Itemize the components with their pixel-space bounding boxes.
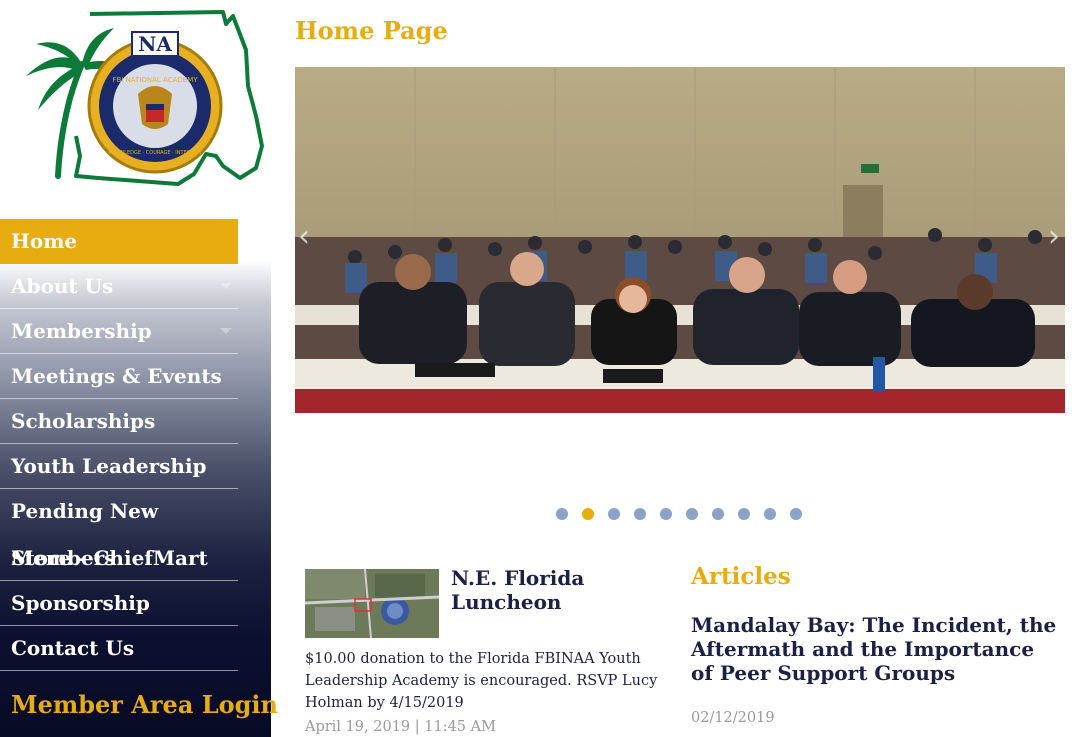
nav-contact-us[interactable]: Contact Us [0, 626, 238, 671]
nav-membership[interactable]: Membership [0, 309, 238, 354]
carousel-dot-active[interactable] [582, 508, 594, 520]
nav-scholarships-label: Scholarships [11, 409, 156, 433]
carousel-dot[interactable] [738, 508, 750, 520]
chevron-down-icon[interactable] [220, 328, 232, 334]
nav-members-store[interactable]: Members Store - ChiefMart [0, 536, 238, 581]
carousel-dot[interactable] [660, 508, 672, 520]
carousel-dot[interactable] [556, 508, 568, 520]
badge-ring-text: FBI NATIONAL ACADEMY [112, 76, 198, 84]
carousel-dot[interactable] [790, 508, 802, 520]
nav-home[interactable]: Home [0, 219, 238, 264]
nav-membership-label: Membership [11, 319, 152, 343]
nav-meetings-events-label: Meetings & Events [11, 364, 222, 388]
carousel-pagination [556, 508, 802, 520]
nav-about-us-label: About Us [11, 274, 114, 298]
carousel-dot[interactable] [608, 508, 620, 520]
carousel-next-icon[interactable]: › [1045, 217, 1063, 257]
nav-pending-new-label: Pending New [11, 499, 159, 523]
event-date: April 19, 2019 | 11:45 AM [305, 719, 496, 735]
event-description: $10.00 donation to the Florida FBINAA Yo… [305, 651, 658, 711]
articles-heading: Articles [691, 563, 791, 590]
sidebar: NA FBI NATIONAL ACADEMY KNOWLEDGE · COUR… [0, 0, 278, 737]
fbi-na-florida-logo[interactable]: NA FBI NATIONAL ACADEMY KNOWLEDGE · COUR… [18, 6, 266, 194]
article-date: 02/12/2019 [691, 710, 775, 726]
carousel-dot[interactable] [764, 508, 776, 520]
badge-na-text: NA [138, 32, 172, 56]
nav-about-us[interactable]: About Us [0, 264, 238, 309]
member-area-login-link[interactable]: Member Area Login [11, 690, 278, 719]
nav-youth-leadership[interactable]: Youth Leadership [0, 444, 238, 489]
carousel-dot[interactable] [686, 508, 698, 520]
hero-carousel-image[interactable]: ‹ › [295, 67, 1065, 413]
carousel-prev-icon[interactable]: ‹ [295, 217, 313, 257]
badge-motto-text: KNOWLEDGE · COURAGE · INTEGRITY [108, 150, 202, 156]
nav-scholarships[interactable]: Scholarships [0, 399, 238, 444]
nav-meetings-events[interactable]: Meetings & Events [0, 354, 238, 399]
page-title: Home Page [295, 16, 448, 45]
nav-pending-new[interactable]: Pending New [0, 489, 238, 534]
nav-home-label: Home [11, 229, 78, 253]
carousel-dot[interactable] [634, 508, 646, 520]
nav-contact-us-label: Contact Us [11, 636, 135, 660]
event-map-thumbnail[interactable] [305, 569, 439, 638]
article-title-link[interactable]: Mandalay Bay: The Incident, the Aftermat… [691, 613, 1061, 685]
chevron-down-icon[interactable] [220, 283, 232, 289]
nav-sponsorship-label: Sponsorship [11, 591, 150, 615]
event-title[interactable]: N.E. Florida Luncheon [451, 566, 661, 614]
nav-store-chiefmart-label: Store - ChiefMart [11, 546, 208, 570]
nav-sponsorship[interactable]: Sponsorship [0, 581, 238, 626]
carousel-dot[interactable] [712, 508, 724, 520]
nav-youth-leadership-label: Youth Leadership [11, 454, 207, 478]
